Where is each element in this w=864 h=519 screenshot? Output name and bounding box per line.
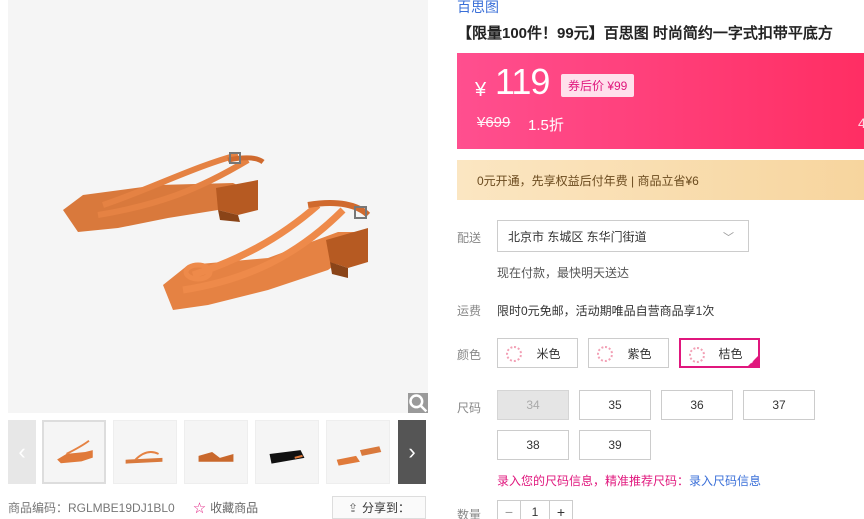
size-label: 尺码 xyxy=(457,401,482,415)
color-swatch-icon xyxy=(597,346,613,362)
thumbnail-1[interactable] xyxy=(42,420,106,484)
color-swatch-icon xyxy=(506,346,522,362)
coupon-price-badge: 券后价 ¥99 xyxy=(561,74,635,97)
thumb-next-button[interactable]: › xyxy=(398,420,426,484)
size-option-34[interactable]: 34 xyxy=(497,390,569,420)
brand-link[interactable]: 百思图 xyxy=(457,0,499,17)
magnifier-icon[interactable] xyxy=(408,393,428,413)
original-price: ¥699 xyxy=(477,114,511,131)
favorite-button[interactable]: ☆ 收藏商品 xyxy=(193,499,258,517)
favorite-label: 收藏商品 xyxy=(210,501,259,515)
freight-info: 限时0元免邮，活动期唯品自营商品享1次 xyxy=(497,304,715,318)
color-option-label: 紫色 xyxy=(627,346,652,361)
currency-symbol: ¥ xyxy=(475,79,487,101)
enter-size-link[interactable]: 录入尺码信息 xyxy=(689,474,761,488)
discount-rate: 1.5折 xyxy=(528,117,564,134)
size-tip: 录入您的尺码信息，精准推荐尺码：录入尺码信息 xyxy=(497,472,761,489)
color-label: 颜色 xyxy=(457,348,482,362)
size-option-38[interactable]: 38 xyxy=(497,430,569,460)
thumbnail-3[interactable] xyxy=(184,420,248,484)
size-option-35[interactable]: 35 xyxy=(579,390,651,420)
main-product-image[interactable] xyxy=(8,0,428,413)
size-option-37[interactable]: 37 xyxy=(743,390,815,420)
chevron-down-icon: ﹀ xyxy=(723,232,734,244)
share-icon: ⇪ xyxy=(347,500,359,515)
quantity-stepper: − 1 + xyxy=(497,500,573,519)
sandal-image xyxy=(8,0,428,413)
address-value: 北京市 东城区 东华门街道 xyxy=(508,229,647,244)
color-option-label: 米色 xyxy=(536,346,561,361)
quantity-label: 数量 xyxy=(457,508,482,519)
quantity-plus-button[interactable]: + xyxy=(549,500,573,519)
color-option-orange[interactable]: 桔色 ✓ xyxy=(679,338,760,368)
shipping-eta: 现在付款，最快明天送达 xyxy=(497,266,630,280)
star-icon: ☆ xyxy=(192,499,207,517)
thumbnail-4[interactable] xyxy=(255,420,319,484)
sale-price: 119 xyxy=(495,61,550,102)
thumbnail-2[interactable] xyxy=(113,420,177,484)
size-option-36[interactable]: 36 xyxy=(661,390,733,420)
price-panel-edge-text: 4 xyxy=(858,115,864,131)
color-option-label: 桔色 xyxy=(718,346,743,361)
color-option-purple[interactable]: 紫色 xyxy=(588,338,669,368)
size-option-39[interactable]: 39 xyxy=(579,430,651,460)
thumb-prev-button[interactable]: ‹ xyxy=(8,420,36,484)
size-tip-text: 录入您的尺码信息，精准推荐尺码： xyxy=(497,474,690,488)
address-select[interactable]: 北京市 东城区 东华门街道 ﹀ xyxy=(497,220,749,252)
product-title: 【限量100件！99元】百思图 时尚简约一字式扣带平底方 xyxy=(457,25,833,42)
product-code: 商品编码：RGLMBE19DJ1BL0 xyxy=(8,501,175,515)
membership-banner[interactable]: 0元开通，先享权益后付年费 | 商品立省¥6 xyxy=(457,160,864,200)
color-option-beige[interactable]: 米色 xyxy=(497,338,578,368)
price-panel: ¥ 119 券后价 ¥99 ¥699 1.5折 4 xyxy=(457,53,864,149)
check-icon: ✓ xyxy=(746,354,760,368)
thumbnail-strip: ‹ › xyxy=(8,420,428,484)
share-button[interactable]: ⇪ 分享到： xyxy=(332,496,426,519)
product-meta-row: 商品编码：RGLMBE19DJ1BL0 ☆ 收藏商品 ⇪ 分享到： xyxy=(8,496,428,519)
share-label: 分享到： xyxy=(362,501,411,515)
delivery-label: 配送 xyxy=(457,231,482,245)
quantity-minus-button[interactable]: − xyxy=(497,500,521,519)
thumbnail-5[interactable] xyxy=(326,420,390,484)
color-swatch-icon xyxy=(689,347,705,363)
freight-label: 运费 xyxy=(457,304,482,318)
quantity-value[interactable]: 1 xyxy=(521,500,549,519)
